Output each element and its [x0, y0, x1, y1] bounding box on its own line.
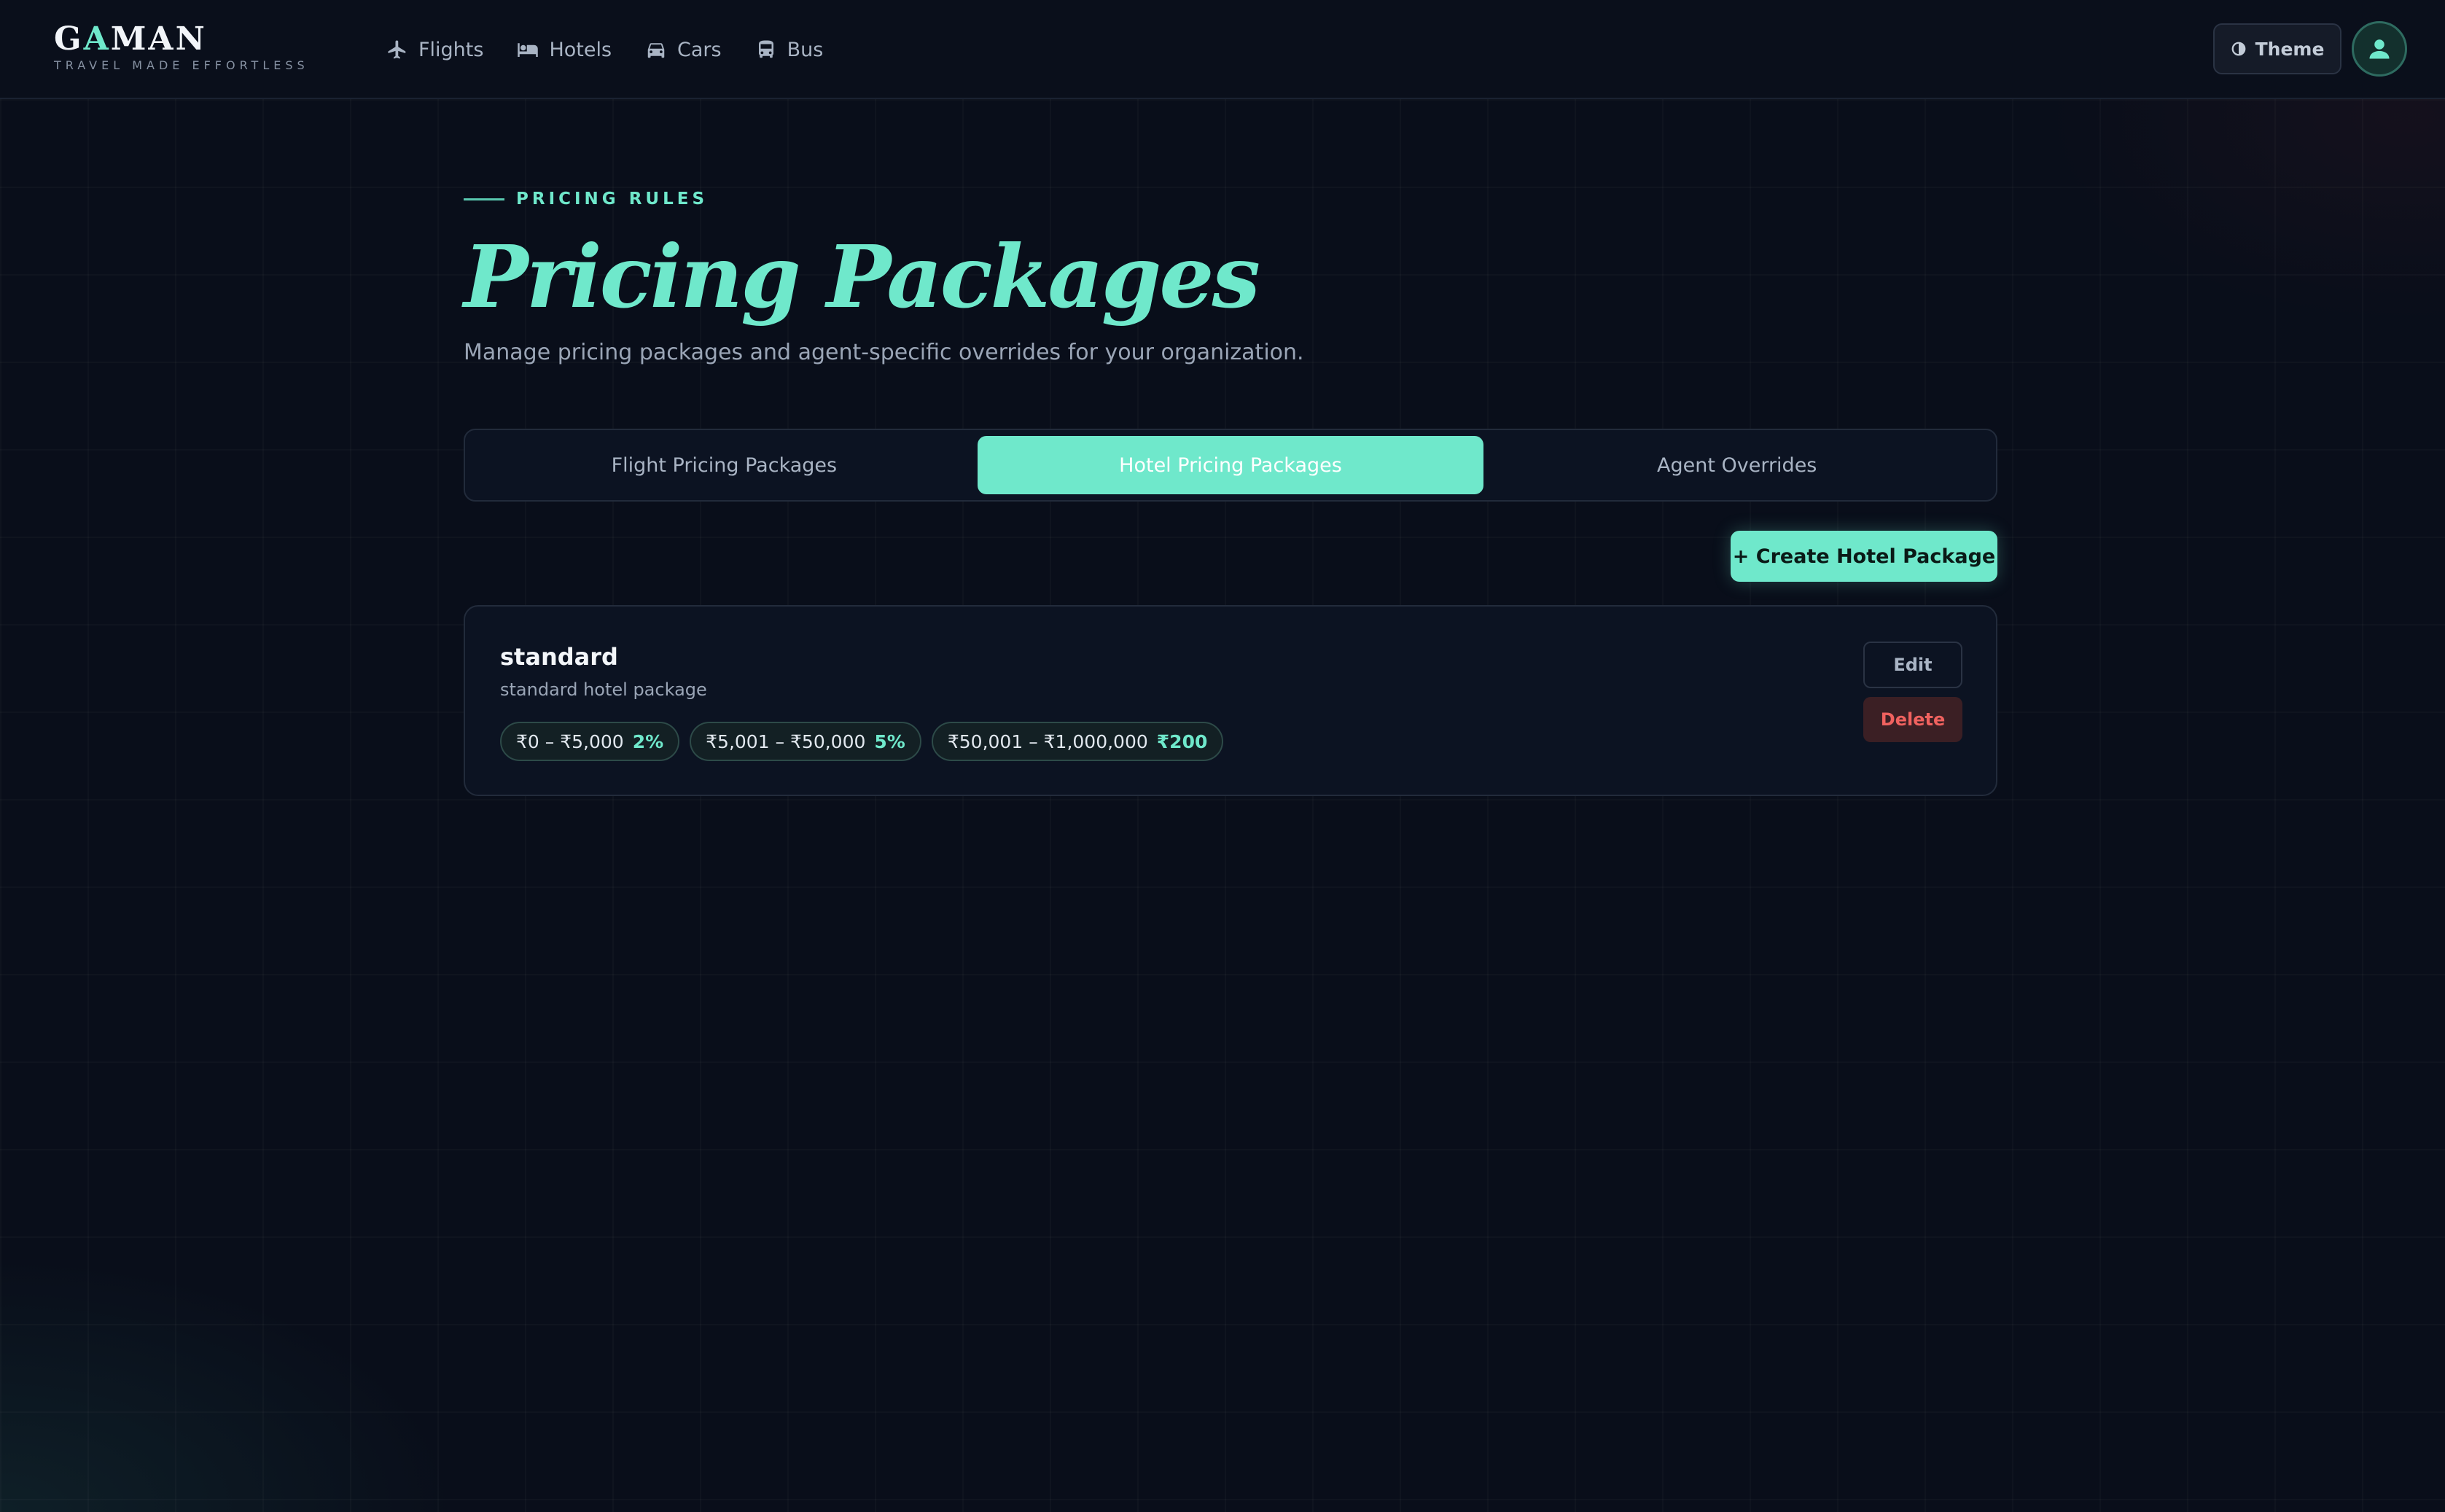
eyebrow-divider: [464, 198, 504, 200]
package-card: standard standard hotel package ₹0 – ₹5,…: [464, 605, 1997, 796]
page-title: Pricing Packages: [464, 226, 1260, 327]
brand-logo[interactable]: GAMAN TRAVEL MADE EFFORTLESS: [54, 20, 309, 72]
brand-tagline: TRAVEL MADE EFFORTLESS: [54, 58, 309, 72]
tier-range: ₹0 – ₹5,000: [516, 730, 624, 752]
nav-item-label: Bus: [787, 38, 824, 61]
top-navbar: GAMAN TRAVEL MADE EFFORTLESS Flights Hot…: [0, 0, 2445, 99]
pricing-tier-badge: ₹5,001 – ₹50,000 5%: [690, 722, 921, 761]
pricing-tier-badge: ₹50,001 – ₹1,000,000 ₹200: [931, 722, 1224, 761]
pricing-tier-badge: ₹0 – ₹5,000 2%: [500, 722, 680, 761]
pricing-tier-list: ₹0 – ₹5,000 2% ₹5,001 – ₹50,000 5% ₹50,0…: [500, 722, 1224, 761]
pricing-tabs: Flight Pricing Packages Hotel Pricing Pa…: [464, 429, 1997, 502]
bed-icon: [518, 43, 539, 57]
user-icon: [2369, 39, 2390, 59]
page-subtitle: Manage pricing packages and agent-specif…: [464, 340, 1304, 365]
tab-agent-overrides[interactable]: Agent Overrides: [1483, 436, 1990, 494]
tier-value: 2%: [632, 730, 664, 752]
bus-icon: [758, 40, 773, 58]
section-eyebrow: PRICING RULES: [464, 190, 708, 209]
edit-package-button[interactable]: Edit: [1863, 642, 1962, 688]
tab-hotel-pricing-packages[interactable]: Hotel Pricing Packages: [977, 436, 1484, 494]
delete-package-button[interactable]: Delete: [1863, 697, 1962, 742]
nav-item-label: Hotels: [549, 38, 612, 61]
tier-range: ₹50,001 – ₹1,000,000: [947, 730, 1148, 752]
brand-name: GAMAN: [54, 20, 207, 58]
tab-flight-pricing-packages[interactable]: Flight Pricing Packages: [471, 436, 978, 494]
nav-item-flights[interactable]: Flights: [386, 32, 483, 67]
nav-item-label: Flights: [418, 38, 484, 61]
create-hotel-package-button[interactable]: + Create Hotel Package: [1731, 531, 1997, 582]
nav-item-label: Cars: [677, 38, 722, 61]
tier-range: ₹5,001 – ₹50,000: [706, 730, 866, 752]
tier-value: 5%: [874, 730, 905, 752]
airplane-icon: [388, 40, 406, 59]
app-page: GAMAN TRAVEL MADE EFFORTLESS Flights Hot…: [0, 0, 2445, 1512]
car-icon: [647, 43, 665, 58]
tier-value: ₹200: [1156, 730, 1208, 752]
theme-toggle-button[interactable]: Theme: [2213, 23, 2341, 74]
nav-item-cars[interactable]: Cars: [645, 32, 722, 67]
nav-item-bus[interactable]: Bus: [755, 32, 824, 67]
eyebrow-text: PRICING RULES: [516, 190, 709, 209]
theme-label: Theme: [2255, 38, 2325, 60]
package-name: standard: [500, 643, 618, 671]
nav-item-hotels[interactable]: Hotels: [517, 32, 612, 67]
main-nav: Flights Hotels Cars Bus: [386, 32, 823, 67]
user-avatar-button[interactable]: [2352, 21, 2407, 77]
contrast-icon: [2231, 42, 2245, 56]
package-description: standard hotel package: [500, 679, 707, 700]
